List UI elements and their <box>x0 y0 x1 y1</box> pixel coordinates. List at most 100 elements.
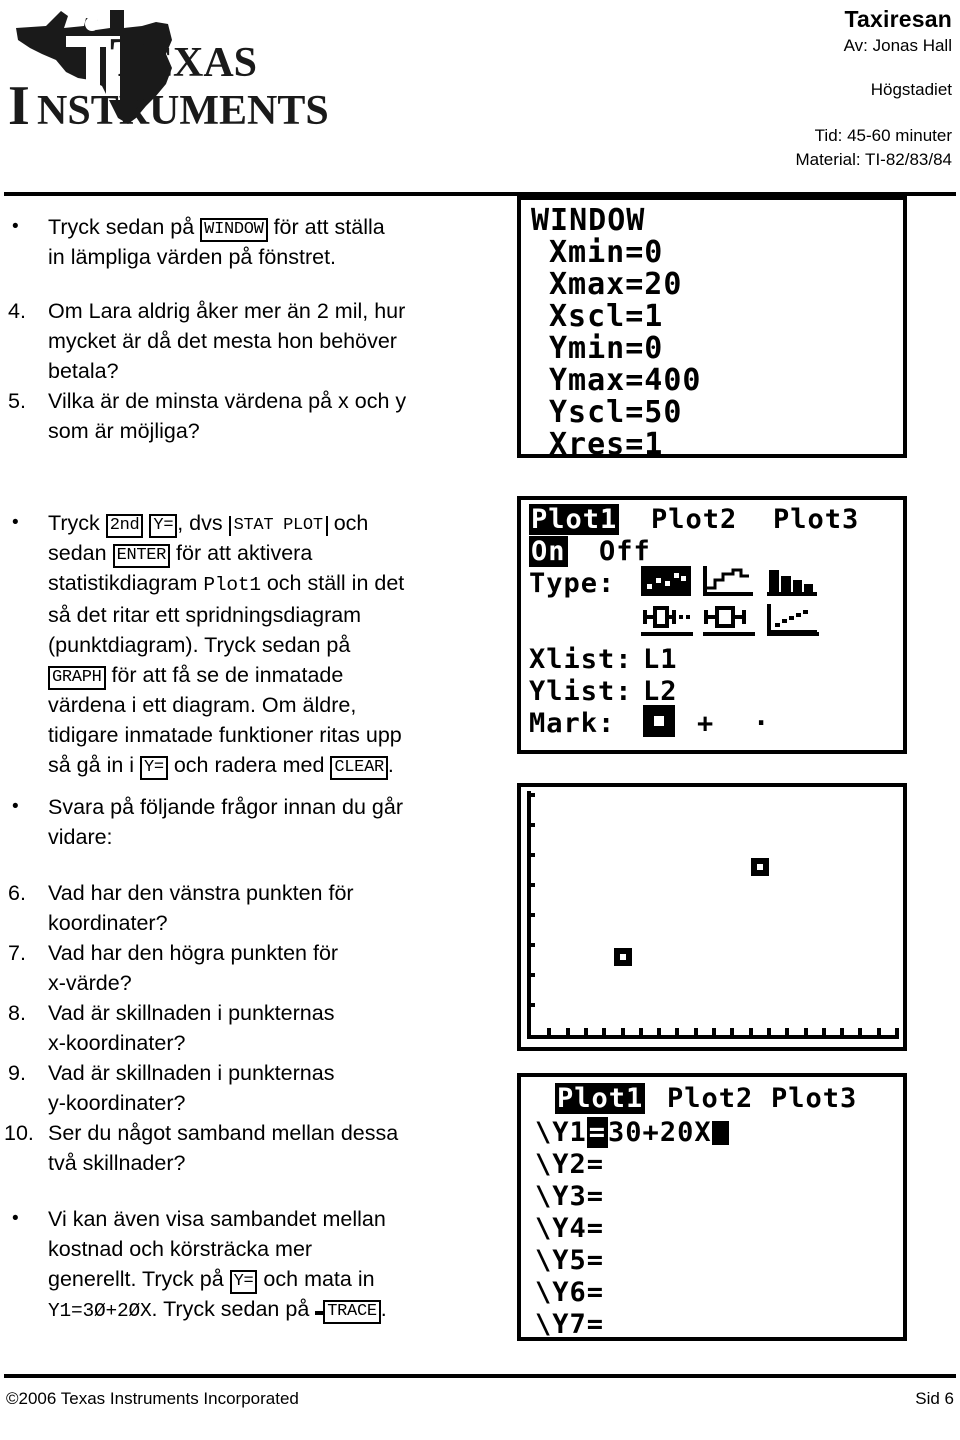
question-9-line2: y-koordinater? <box>0 1088 500 1118</box>
yeditor-row-y3[interactable]: \Y3= <box>535 1183 604 1210</box>
text-run: mycket är då det mesta hon behöver <box>48 329 397 353</box>
copyright-text: ©2006 Texas Instruments Incorporated <box>6 1389 299 1408</box>
data-point <box>751 858 769 876</box>
question-number: 4. <box>8 299 26 323</box>
text-run: tidigare inmatade funktioner ritas upp <box>48 723 402 747</box>
text-run: vidare: <box>48 825 113 849</box>
question-9-line1: 9. Vad är skillnaden i punkternas <box>0 1058 500 1088</box>
statplot-tab-plot2[interactable]: Plot2 <box>651 506 737 533</box>
text-run: så gå in i <box>48 753 141 777</box>
statplot-on-option[interactable]: On <box>529 536 568 567</box>
yeditor-tab-plot3[interactable]: Plot3 <box>771 1085 857 1112</box>
bullet-icon: • <box>12 1208 19 1229</box>
type-row-underline <box>641 632 693 636</box>
document-level: Högstadiet <box>870 80 952 99</box>
question-10-line2: två skillnader? <box>0 1148 500 1178</box>
yeditor-tab-plot2[interactable]: Plot2 <box>667 1085 753 1112</box>
bullet-statplot-instruction: • Tryck 2nd Y=, dvs STAT PLOT och sedan E… <box>0 508 500 780</box>
text-run: Ser du något samband mellan dessa <box>48 1121 399 1145</box>
plot-type-scatter-icon[interactable] <box>641 566 691 596</box>
document-time: Tid: 45-60 minuter <box>814 126 952 145</box>
statplot-xlist-label: Xlist: <box>529 644 633 675</box>
data-point <box>614 948 632 966</box>
text-run: Om Lara aldrig åker mer än 2 mil, hur <box>48 299 406 323</box>
text-run: och <box>327 511 369 535</box>
text-run: Vad har den vänstra punkten för <box>48 881 354 905</box>
svg-text:I: I <box>8 75 30 128</box>
bullet-statplot-line5: (punktdiagram). Tryck sedan på <box>0 630 500 660</box>
svg-text:EXAS: EXAS <box>145 40 257 86</box>
question-6: 6. Vad har den vänstra punkten för koordi… <box>0 878 500 938</box>
key-window: WINDOW <box>200 217 268 242</box>
text-run: för att ställa <box>267 215 385 239</box>
statplot-xlist-value[interactable]: L1 <box>643 646 678 673</box>
question-10: 10. Ser du något samband mellan dessa två… <box>0 1118 500 1178</box>
key-y-equals: Y= <box>229 1269 258 1294</box>
text-run: värdena i ett diagram. Om äldre, <box>48 693 357 717</box>
statplot-tab-plot3[interactable]: Plot3 <box>773 506 859 533</box>
statplot-type-label: Type: <box>529 568 616 599</box>
bullet-window-line2: in lämpliga värden på fönstret. <box>0 242 500 272</box>
bullet-general-line2: kostnad och körsträcka mer <box>0 1234 500 1264</box>
scatter-plot <box>527 791 899 1039</box>
text-run: Vad har den högra punkten för <box>48 941 339 965</box>
text-run: Svara på följande frågor innan du går <box>48 795 403 819</box>
text-run: x-värde? <box>48 971 132 995</box>
bullet-general-line1: • Vi kan även visa sambandet mellan <box>0 1204 500 1234</box>
bullet-answer-line1: • Svara på följande frågor innan du går <box>0 792 500 822</box>
plot-type-histogram-icon[interactable] <box>767 566 817 596</box>
key-trace: TRACE <box>323 1299 381 1324</box>
question-number: 7. <box>8 941 26 965</box>
text-run: . <box>387 753 394 777</box>
text-run: för att aktivera <box>170 541 313 565</box>
yeditor-row-y6[interactable]: \Y6= <box>535 1279 604 1306</box>
yeditor-row-y7[interactable]: \Y7= <box>535 1311 604 1337</box>
bullet-statplot-line6: GRAPH för att få se de inmatade <box>0 660 500 690</box>
key-enter: ENTER <box>112 543 171 568</box>
calculator-graph-screen <box>517 783 907 1051</box>
bullet-general-line3: generellt. Tryck på Y= och mata in <box>0 1264 500 1294</box>
key-y-equals: Y= <box>149 513 178 538</box>
yeditor-tab-plot1[interactable]: Plot1 <box>555 1083 646 1114</box>
bullet-icon: • <box>12 216 19 237</box>
text-run: betala? <box>48 359 119 383</box>
yeditor-row-y4[interactable]: \Y4= <box>535 1215 604 1242</box>
type-row-underline <box>703 632 755 636</box>
plot-type-xyline-icon[interactable] <box>703 566 753 596</box>
question-8-line1: 8. Vad är skillnaden i punkternas <box>0 998 500 1028</box>
plot-type-box-icon[interactable] <box>703 604 753 634</box>
question-number: 6. <box>8 881 26 905</box>
text-run: Vi kan även visa sambandet mellan <box>48 1207 386 1231</box>
key-stat-plot: STAT PLOT <box>228 515 328 536</box>
document-title: Taxiresan <box>844 6 952 32</box>
yeditor-row-y1[interactable]: \Y1=30+20X <box>535 1117 729 1148</box>
window-xres: Xres=1 <box>549 427 664 458</box>
plot-type-modbox-icon[interactable] <box>641 604 691 634</box>
mark-plus-icon[interactable]: + <box>697 710 714 737</box>
mark-dot-icon[interactable]: · <box>753 710 770 737</box>
plot-type-normprob-icon[interactable] <box>767 604 817 634</box>
svg-text:T: T <box>110 27 147 89</box>
text-run: för att få se de inmatade <box>105 663 344 687</box>
question-5-line2: som är möjliga? <box>0 416 500 446</box>
bullet-general-line4: Y1=3Ø+2ØX. Tryck sedan på TRACE. <box>0 1294 500 1326</box>
statplot-tab-plot1[interactable]: Plot1 <box>529 504 620 535</box>
question-5: 5. Vilka är de minsta värdena på x och y … <box>0 386 500 446</box>
yeditor-row-y5[interactable]: \Y5= <box>535 1247 604 1274</box>
footer-divider <box>4 1374 956 1378</box>
question-10-line1: 10. Ser du något samband mellan dessa <box>0 1118 500 1148</box>
statplot-ylist-value[interactable]: L2 <box>643 678 678 705</box>
text-run: två skillnader? <box>48 1151 186 1175</box>
statplot-ylist-label: Ylist: <box>529 676 633 707</box>
question-5-line1: 5. Vilka är de minsta värdena på x och y <box>0 386 500 416</box>
statplot-off-option[interactable]: Off <box>599 538 651 565</box>
question-4-line2: mycket är då det mesta hon behöver <box>0 326 500 356</box>
text-run: så det ritar ett spridningsdiagram <box>48 603 362 627</box>
question-number: 9. <box>8 1061 26 1085</box>
document-author: Av: Jonas Hall <box>843 36 952 55</box>
yeditor-row-y2[interactable]: \Y2= <box>535 1151 604 1178</box>
text-run: och ställ in det <box>260 571 405 595</box>
mark-square-icon[interactable] <box>643 705 675 737</box>
plot1-reference: Plot1 <box>203 574 261 596</box>
window-ymin: Ymin=0 <box>549 331 664 366</box>
